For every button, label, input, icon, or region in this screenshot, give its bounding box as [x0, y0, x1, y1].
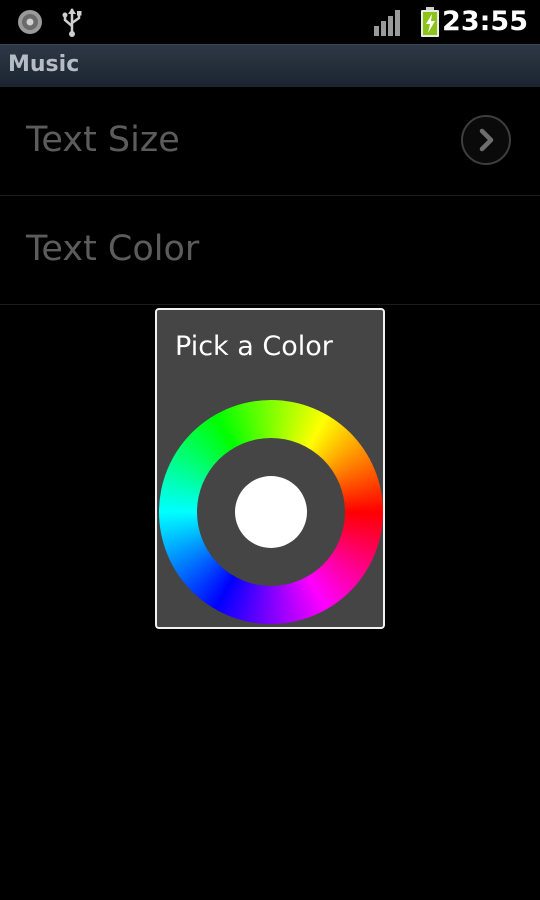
disc-icon [18, 10, 42, 34]
status-clock: 23:55 [442, 6, 528, 37]
pref-item-text-size[interactable]: Text Size [0, 87, 540, 196]
color-picker-dialog: Pick a Color [155, 308, 385, 629]
color-wheel[interactable] [159, 400, 383, 624]
status-bar: 23:55 [0, 0, 540, 44]
title-bar: Music [0, 44, 540, 87]
chevron-right-button[interactable] [461, 115, 511, 165]
dialog-title: Pick a Color [175, 331, 333, 362]
usb-icon [62, 8, 82, 37]
signal-icon [374, 10, 400, 36]
pref-label-text-size: Text Size [26, 120, 180, 160]
chevron-right-icon [479, 128, 494, 152]
battery-charging-icon [421, 7, 439, 37]
screen: 23:55 Music Text Size Text Color Pick a … [0, 0, 540, 900]
app-title: Music [8, 52, 80, 77]
selected-color-swatch[interactable] [235, 476, 307, 548]
pref-item-text-color[interactable]: Text Color [0, 196, 540, 305]
pref-label-text-color: Text Color [26, 229, 200, 269]
